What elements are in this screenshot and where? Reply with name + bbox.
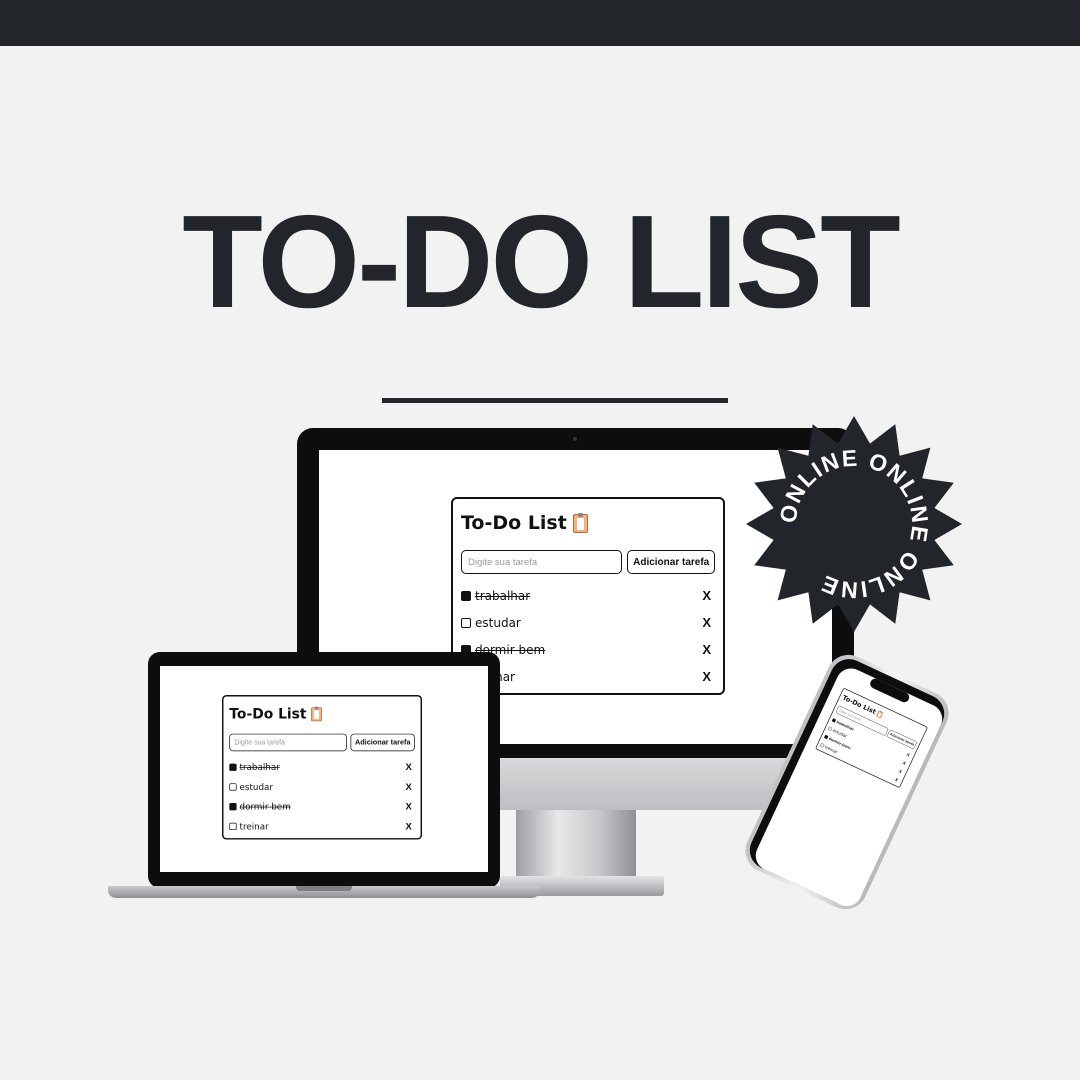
task-form: Adicionar tarefa	[229, 733, 415, 752]
task-label: estudar	[239, 781, 273, 792]
task-label: trabalhar	[475, 588, 531, 603]
delete-task-button[interactable]: X	[702, 669, 715, 684]
page-title: TO-DO LIST	[182, 188, 901, 335]
delete-task-button[interactable]: X	[702, 615, 715, 630]
task-label: treinar	[239, 820, 269, 832]
todo-app-card: To-Do List Adicionar tarefa trabalharXes…	[815, 687, 928, 789]
task-form: Adicionar tarefa	[461, 550, 715, 574]
delete-task-button[interactable]: X	[894, 777, 900, 783]
task-checkbox[interactable]	[229, 822, 237, 830]
task-checkbox[interactable]	[229, 802, 237, 810]
online-badge: ONLINE ONLINE ONLINE	[746, 416, 962, 632]
add-task-button[interactable]: Adicionar tarefa	[350, 733, 415, 752]
task-checkbox[interactable]	[461, 590, 471, 601]
task-item: trabalhar X	[229, 757, 414, 777]
task-checkbox[interactable]	[229, 763, 237, 771]
delete-task-button[interactable]: X	[405, 781, 414, 792]
task-label: dormir bem	[239, 801, 291, 812]
task-item: dormir bem X	[229, 796, 414, 816]
task-item: estudar X	[461, 609, 715, 636]
task-item: treinar X	[229, 816, 414, 836]
task-label: treinar	[475, 670, 702, 684]
app-title-text: To-Do List	[461, 512, 567, 534]
laptop-notch	[296, 886, 352, 891]
monitor-camera	[573, 437, 577, 441]
delete-task-button[interactable]: X	[906, 752, 912, 758]
app-title: To-Do List	[461, 511, 715, 535]
task-input[interactable]	[229, 733, 348, 752]
delete-task-button[interactable]: X	[405, 821, 414, 832]
laptop-screen: To-Do List Adicionar tarefa trabalhar Xes…	[160, 666, 488, 872]
add-task-button[interactable]: Adicionar tarefa	[627, 550, 715, 574]
delete-task-button[interactable]: X	[405, 761, 414, 772]
laptop: To-Do List Adicionar tarefa trabalhar Xes…	[148, 652, 500, 888]
delete-task-button[interactable]: X	[405, 801, 414, 812]
task-checkbox[interactable]	[229, 782, 237, 791]
task-list: trabalhar Xestudar Xdormir bem Xtreinar X	[229, 757, 414, 836]
task-input[interactable]	[461, 550, 623, 574]
delete-task-button[interactable]: X	[898, 768, 904, 774]
task-label: dormir bem	[475, 642, 546, 657]
delete-task-button[interactable]: X	[702, 588, 715, 603]
clipboard-icon	[875, 710, 884, 719]
delete-task-button[interactable]: X	[702, 642, 715, 657]
clipboard-icon	[310, 706, 322, 721]
task-item: estudar X	[229, 777, 414, 797]
monitor-stand	[516, 810, 636, 882]
app-title: To-Do List	[229, 705, 414, 723]
task-checkbox[interactable]	[461, 617, 471, 628]
app-title-text: To-Do List	[229, 705, 307, 723]
task-label: trabalhar	[239, 761, 280, 773]
top-bar	[0, 0, 1080, 46]
todo-app-card: To-Do List Adicionar tarefa trabalhar Xes…	[222, 695, 423, 840]
task-item: trabalhar X	[461, 582, 715, 609]
clipboard-icon	[572, 512, 588, 533]
title-divider	[382, 398, 728, 403]
delete-task-button[interactable]: X	[902, 760, 908, 766]
task-label: estudar	[475, 615, 521, 630]
